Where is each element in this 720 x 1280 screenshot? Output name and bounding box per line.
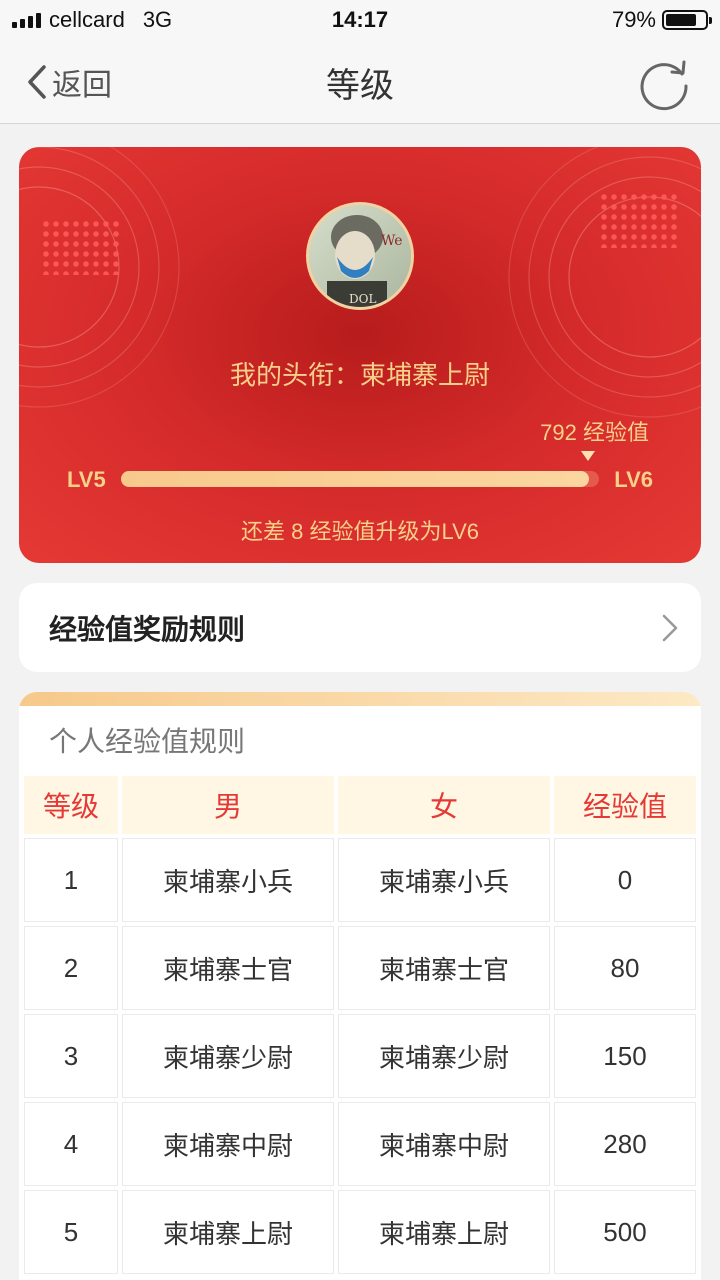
cell-male-title: 柬埔寨上尉	[122, 1190, 334, 1274]
cell-level: 2	[24, 926, 118, 1010]
refresh-button[interactable]	[634, 54, 694, 114]
table-row: 2 柬埔寨士官 柬埔寨士官 80	[24, 926, 696, 1010]
cell-female-title: 柬埔寨中尉	[338, 1102, 550, 1186]
header-male: 男	[122, 776, 334, 834]
avatar: We DOL	[306, 202, 414, 310]
cell-female-title: 柬埔寨小兵	[338, 838, 550, 922]
rank-title: 我的头衔：柬埔寨上尉	[229, 360, 490, 390]
status-bar: cellcard 3G 14:17 79%	[0, 0, 720, 40]
status-right: 79%	[611, 7, 712, 33]
cell-female-title: 柬埔寨士官	[338, 926, 550, 1010]
progress-fill	[121, 471, 590, 487]
cell-male-title: 柬埔寨少尉	[122, 1014, 334, 1098]
cell-male-title: 柬埔寨士官	[122, 926, 334, 1010]
cell-level: 3	[24, 1014, 118, 1098]
cell-female-title: 柬埔寨少尉	[338, 1014, 550, 1098]
exp-reward-rules-label: 经验值奖励规则	[49, 613, 246, 645]
cell-exp: 80	[554, 926, 696, 1010]
cell-exp: 150	[554, 1014, 696, 1098]
level-to: LV6	[614, 467, 653, 492]
chevron-right-icon	[662, 614, 678, 641]
table-row: 3 柬埔寨少尉 柬埔寨少尉 150	[24, 1014, 696, 1098]
avatar-image: We DOL	[309, 205, 411, 307]
signal-icon	[12, 12, 41, 28]
level-card: We DOL 我的头衔：柬埔寨上尉 792 经验值 LV5 LV6 还差 8 经…	[19, 147, 701, 563]
refresh-icon	[640, 60, 688, 111]
cell-male-title: 柬埔寨中尉	[122, 1102, 334, 1186]
status-left: cellcard 3G	[12, 7, 172, 33]
table-row: 4 柬埔寨中尉 柬埔寨中尉 280	[24, 1102, 696, 1186]
level-from: LV5	[67, 467, 106, 492]
header-exp: 经验值	[554, 776, 696, 834]
svg-text:DOL: DOL	[349, 292, 376, 306]
nav-bar: 返回 等级	[0, 40, 720, 124]
cell-level: 5	[24, 1190, 118, 1274]
cell-male-title: 柬埔寨小兵	[122, 838, 334, 922]
cell-level: 1	[24, 838, 118, 922]
exp-rules-table: 等级 男 女 经验值 1 柬埔寨小兵 柬埔寨小兵 0 2 柬埔寨士官 柬埔寨士官…	[20, 772, 700, 1278]
current-exp: 792 经验值	[540, 420, 649, 445]
cell-level: 4	[24, 1102, 118, 1186]
decor-dots-left	[41, 219, 121, 275]
table-row: 1 柬埔寨小兵 柬埔寨小兵 0	[24, 838, 696, 922]
progress-marker-icon	[581, 451, 595, 461]
battery-icon	[662, 10, 712, 30]
svg-text:We: We	[381, 233, 403, 249]
remaining-exp-text: 还差 8 经验值升级为LV6	[241, 519, 479, 544]
cell-exp: 0	[554, 838, 696, 922]
battery-fill	[666, 14, 697, 26]
cell-exp: 280	[554, 1102, 696, 1186]
battery-percent: 79%	[611, 7, 656, 32]
panel-top-strip	[19, 692, 701, 706]
progress-bar	[121, 471, 599, 487]
decor-dots-right	[599, 192, 679, 248]
panel-title: 个人经验值规则	[49, 726, 246, 757]
exp-reward-rules-row[interactable]: 经验值奖励规则	[19, 583, 701, 672]
cell-female-title: 柬埔寨上尉	[338, 1190, 550, 1274]
exp-rules-panel: 个人经验值规则 等级 男 女 经验值 1 柬埔寨小兵 柬埔寨小兵 0 2 柬埔寨…	[19, 692, 701, 1280]
network-type: 3G	[142, 7, 173, 32]
header-level: 等级	[24, 776, 118, 834]
table-header-row: 等级 男 女 经验值	[24, 776, 696, 834]
cell-exp: 500	[554, 1190, 696, 1274]
header-female: 女	[338, 776, 550, 834]
page-title: 等级	[326, 67, 394, 105]
carrier-name: cellcard	[49, 7, 125, 32]
table-row: 5 柬埔寨上尉 柬埔寨上尉 500	[24, 1190, 696, 1274]
